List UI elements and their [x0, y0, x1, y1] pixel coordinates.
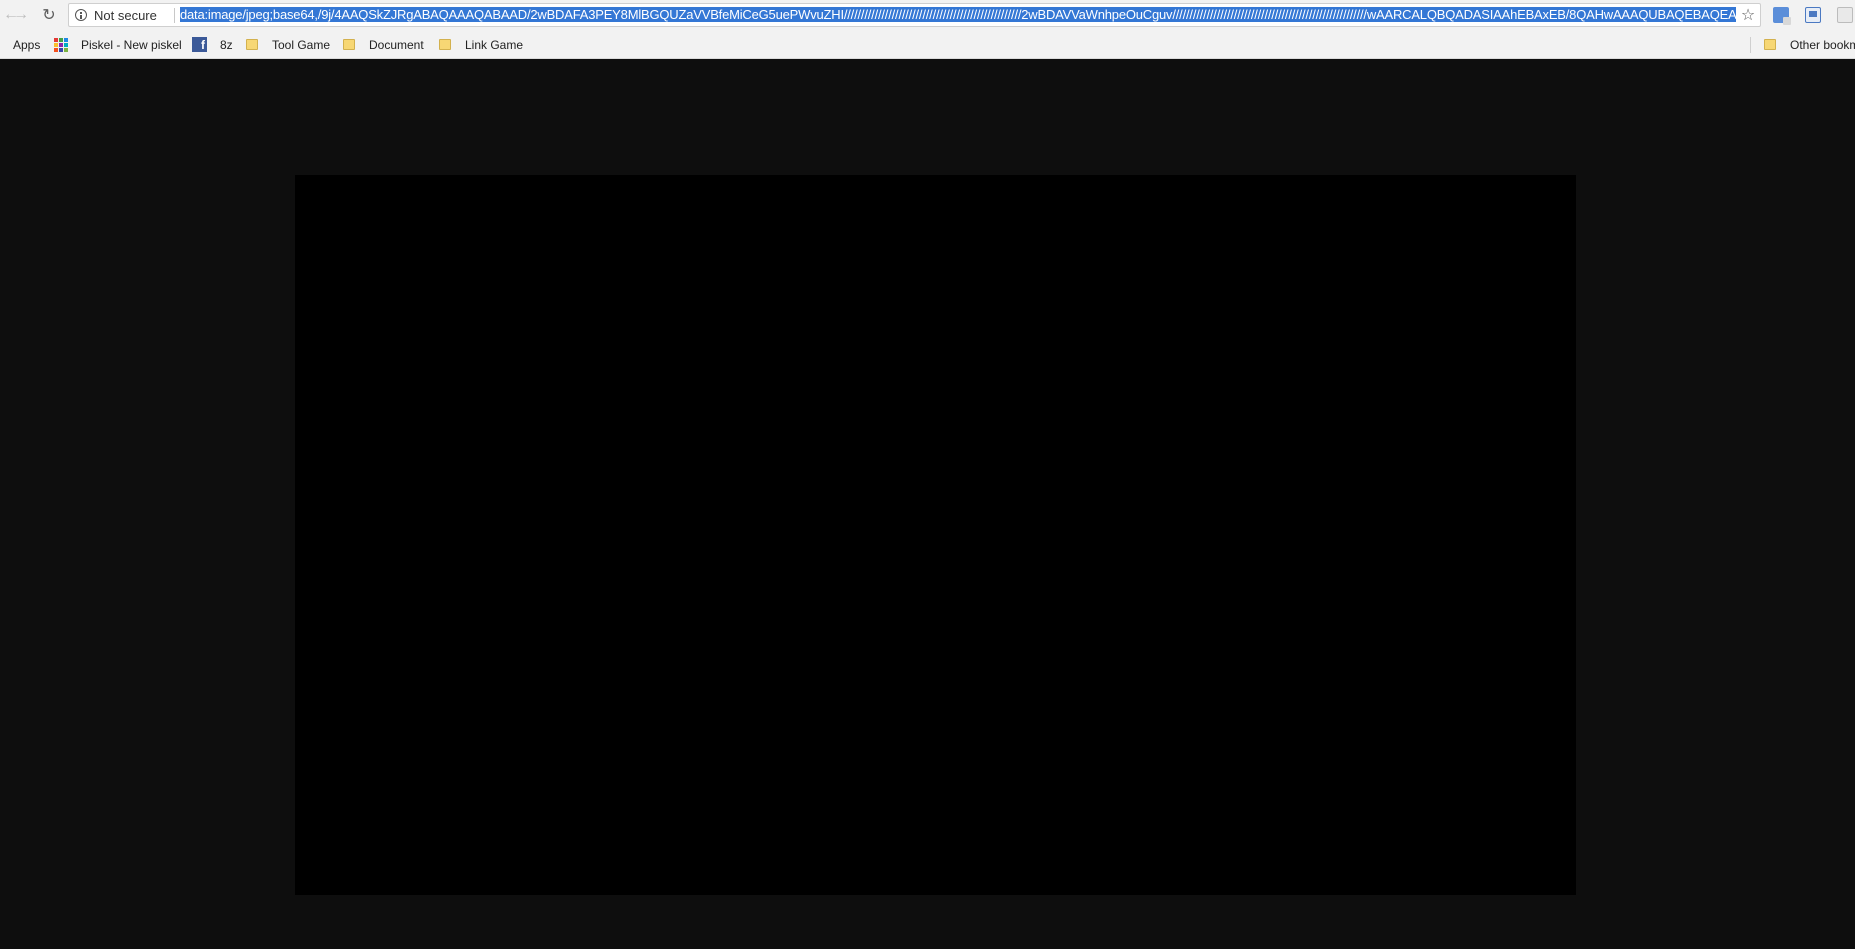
security-indicator[interactable]: Not secure — [75, 4, 157, 26]
reload-button[interactable]: ↻ — [38, 4, 60, 26]
bookmark-apps[interactable]: Apps — [13, 31, 40, 58]
bookmark-piskel[interactable]: Piskel - New piskel — [54, 31, 182, 58]
forward-button[interactable]: → — [10, 4, 32, 26]
bookmark-label: Link Game — [465, 37, 524, 52]
browser-toolbar: ← → ↻ Not secure data:image/jpeg;base64,… — [0, 0, 1855, 31]
facebook-icon: f — [192, 37, 207, 52]
bookmark-star-button[interactable]: ☆ — [1739, 4, 1757, 26]
info-icon — [75, 9, 87, 21]
address-separator — [174, 8, 175, 23]
bookmark-label: Piskel - New piskel — [81, 37, 182, 52]
bookmark-label: 8z — [220, 37, 233, 52]
bookmark-link-game[interactable]: Link Game — [439, 31, 523, 58]
bookmark-label: Apps — [13, 37, 41, 52]
star-icon: ☆ — [1740, 7, 1756, 24]
piskel-icon — [54, 37, 68, 52]
folder-icon — [439, 39, 451, 50]
reload-icon: ↻ — [42, 7, 56, 24]
bookmarks-bar: Apps Piskel - New piskel f 8z Tool Game … — [0, 31, 1855, 59]
bookmark-label: Document — [369, 37, 424, 52]
bookmark-8z[interactable]: f 8z — [192, 31, 233, 58]
bookmark-other[interactable]: Other bookm — [1764, 31, 1855, 58]
security-label: Not secure — [94, 7, 157, 23]
folder-icon — [343, 39, 355, 50]
image-viewer — [0, 59, 1855, 949]
folder-icon — [1764, 39, 1776, 50]
forward-arrow-icon: → — [13, 6, 29, 23]
bookmark-label: Tool Game — [272, 37, 331, 52]
url-selection: data:image/jpeg;base64,/9j/4AAQSkZJRgABA… — [180, 7, 1736, 22]
address-bar[interactable]: Not secure data:image/jpeg;base64,/9j/4A… — [68, 3, 1761, 27]
bookmark-document[interactable]: Document — [343, 31, 424, 58]
translate-icon[interactable] — [1773, 7, 1791, 25]
image-icon[interactable] — [1837, 7, 1853, 23]
bookmark-tool-game[interactable]: Tool Game — [246, 31, 330, 58]
bookmark-label: Other bookm — [1790, 37, 1855, 52]
screenshot-icon[interactable] — [1805, 7, 1821, 23]
bookmarks-separator — [1750, 37, 1751, 53]
displayed-image[interactable] — [295, 175, 1576, 895]
url-text[interactable]: data:image/jpeg;base64,/9j/4AAQSkZJRgABA… — [180, 6, 1736, 24]
folder-icon — [246, 39, 258, 50]
